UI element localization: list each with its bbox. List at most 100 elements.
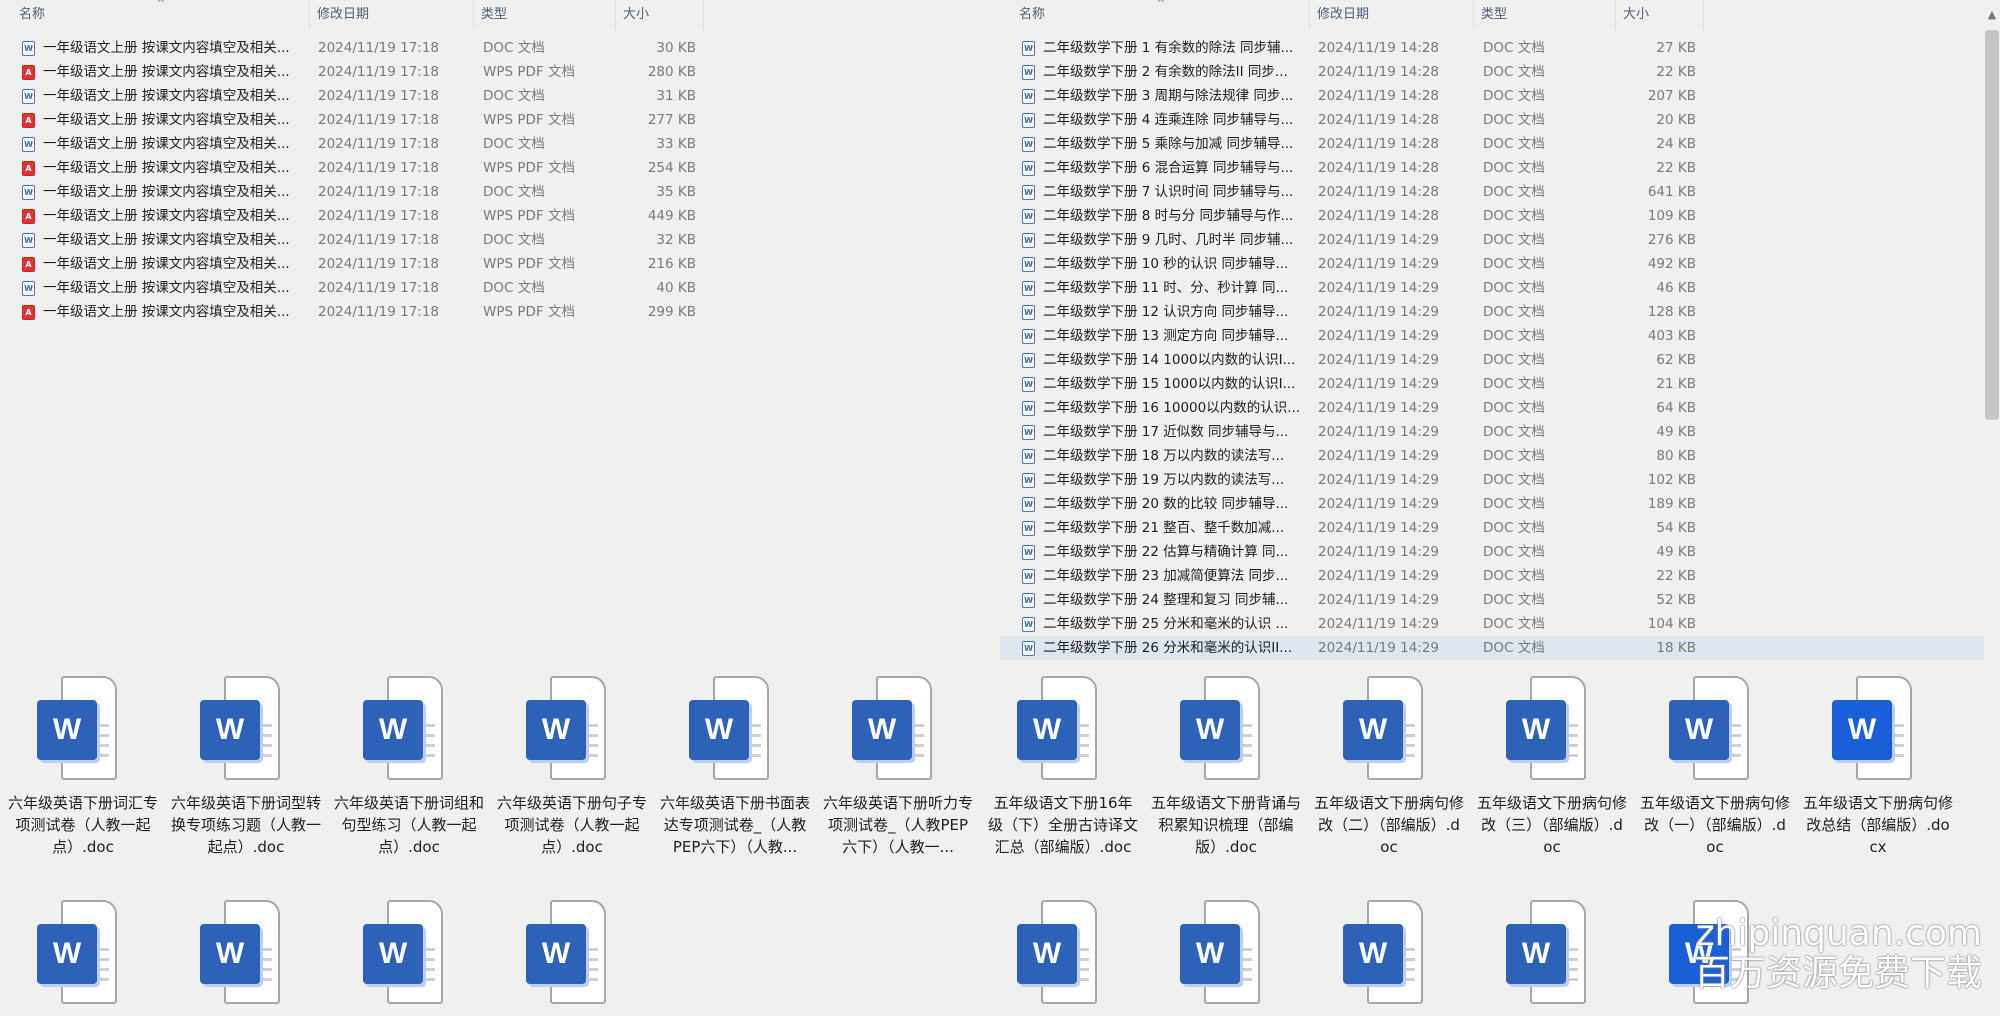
file-row[interactable]: W 二年级数学下册 8 时与分 同步辅导与作... 2024/11/19 14:28… [1000, 204, 2000, 228]
file-size: 64 KB [1656, 400, 1696, 416]
file-row[interactable]: A 一年级语文上册 按课文内容填空及相关... 2024/11/19 17:18 WP… [0, 156, 1000, 180]
scroll-thumb[interactable] [1985, 30, 1999, 420]
file-type: DOC 文档 [1483, 208, 1545, 224]
file-tile[interactable]: W 六年级英语下册句子专项测试卷（人教一起点）.doc [497, 674, 647, 858]
file-size: 299 KB [647, 304, 696, 320]
file-tile[interactable]: W 六年级英语下册词型转换专项练习题（人教一起点）.doc [171, 674, 321, 858]
file-row[interactable]: W 二年级数学下册 22 估算与精确计算 同... 2024/11/19 14:29… [1000, 540, 2000, 564]
file-name: 一年级语文上册 按课文内容填空及相关... [43, 304, 290, 320]
file-size: 109 KB [1647, 208, 1696, 224]
file-row[interactable]: A 一年级语文上册 按课文内容填空及相关... 2024/11/19 17:18 WP… [0, 252, 1000, 276]
file-row[interactable]: W 一年级语文上册 按课文内容填空及相关... 2024/11/19 17:18 DO… [0, 276, 1000, 300]
scroll-up-icon[interactable]: ▲ [1984, 8, 2000, 22]
pdf-icon: A [22, 113, 35, 128]
file-name: 一年级语文上册 按课文内容填空及相关... [43, 88, 290, 104]
file-row[interactable]: W 二年级数学下册 16 10000以内数的认识... 2024/11/19 14:… [1000, 396, 2000, 420]
file-type: DOC 文档 [1483, 112, 1545, 128]
file-row[interactable]: W 二年级数学下册 6 混合运算 同步辅导与... 2024/11/19 14:28… [1000, 156, 2000, 180]
file-row[interactable]: W 二年级数学下册 3 周期与除法规律 同步... 2024/11/19 14:28… [1000, 84, 2000, 108]
column-header-size[interactable]: 大小 [1618, 0, 1704, 30]
file-row[interactable]: W 二年级数学下册 12 认识方向 同步辅导... 2024/11/19 14:29… [1000, 300, 2000, 324]
file-tile[interactable]: W 五年级语文下册病句修改（一）（部编版）.doc [1640, 674, 1790, 858]
word-document-icon: W [1828, 674, 1928, 786]
file-date: 2024/11/19 14:29 [1318, 640, 1440, 656]
file-tile[interactable]: W 五年级语文下册病句修改总结（部编版）.docx [1803, 674, 1953, 858]
file-row[interactable]: W 二年级数学下册 14 1000以内数的认识I... 2024/11/19 14:… [1000, 348, 2000, 372]
file-row[interactable]: A 一年级语文上册 按课文内容填空及相关... 2024/11/19 17:18 WP… [0, 204, 1000, 228]
file-tile[interactable]: W [1151, 898, 1301, 1016]
file-date: 2024/11/19 17:18 [318, 304, 440, 320]
file-tile[interactable]: W 六年级英语下册词汇专项测试卷（人教一起点）.doc [8, 674, 158, 858]
file-row[interactable]: W 二年级数学下册 26 分米和毫米的认识II... 2024/11/19 14:2… [1000, 636, 2000, 660]
column-header-name[interactable]: 名称 [14, 0, 310, 30]
file-row[interactable]: W 二年级数学下册 2 有余数的除法II 同步... 2024/11/19 14:2… [1000, 60, 2000, 84]
file-tile[interactable]: W 六年级英语下册听力专项测试卷_（人教PEP六下）（人教一... [823, 674, 973, 858]
file-tile[interactable]: W [1477, 898, 1627, 1016]
file-row[interactable]: W 二年级数学下册 20 数的比较 同步辅导... 2024/11/19 14:29… [1000, 492, 2000, 516]
file-row[interactable]: A 一年级语文上册 按课文内容填空及相关... 2024/11/19 17:18 WP… [0, 300, 1000, 324]
file-name: 一年级语文上册 按课文内容填空及相关... [43, 160, 290, 176]
file-row[interactable]: W 二年级数学下册 5 乘除与加减 同步辅导... 2024/11/19 14:28… [1000, 132, 2000, 156]
file-row[interactable]: W 二年级数学下册 4 连乘连除 同步辅导与... 2024/11/19 14:28… [1000, 108, 2000, 132]
column-header-type[interactable]: 类型 [476, 0, 616, 30]
file-type: DOC 文档 [1483, 304, 1545, 320]
file-row[interactable]: W 一年级语文上册 按课文内容填空及相关... 2024/11/19 17:18 DO… [0, 84, 1000, 108]
file-tile[interactable]: W [1314, 898, 1464, 1016]
file-tile[interactable]: W [497, 898, 647, 1016]
file-row[interactable]: A 一年级语文上册 按课文内容填空及相关... 2024/11/19 17:18 WP… [0, 60, 1000, 84]
file-tile[interactable]: W 五年级语文下册病句修改（三）（部编版）.doc [1477, 674, 1627, 858]
watermark: zhipinquan.com 百万资源免费下载 [1694, 914, 1982, 994]
file-tile[interactable]: W 六年级英语下册书面表达专项测试卷_（人教PEP六下）（人教... [660, 674, 810, 858]
column-header-size[interactable]: 大小 [618, 0, 704, 30]
file-size: 27 KB [1656, 40, 1696, 56]
file-row[interactable]: W 二年级数学下册 7 认识时间 同步辅导与... 2024/11/19 14:28… [1000, 180, 2000, 204]
file-tile[interactable]: W [988, 898, 1138, 1016]
file-row[interactable]: W 二年级数学下册 17 近似数 同步辅导与... 2024/11/19 14:29… [1000, 420, 2000, 444]
file-row[interactable]: W 二年级数学下册 15 1000以内数的认识I... 2024/11/19 14:… [1000, 372, 2000, 396]
file-row[interactable]: W 二年级数学下册 11 时、分、秒计算 同... 2024/11/19 14:29… [1000, 276, 2000, 300]
column-header-name[interactable]: 名称 [1014, 0, 1310, 30]
word-document-icon: W [1176, 674, 1276, 786]
file-row[interactable]: W 二年级数学下册 18 万以内数的读法写... 2024/11/19 14:29 D… [1000, 444, 2000, 468]
word-document-icon: W [1502, 898, 1602, 1010]
file-size: 280 KB [647, 64, 696, 80]
file-row[interactable]: W 二年级数学下册 25 分米和毫米的认识 ... 2024/11/19 14:29… [1000, 612, 2000, 636]
column-header-date[interactable]: 修改日期 [1312, 0, 1474, 30]
file-size: 80 KB [1656, 448, 1696, 464]
file-row[interactable]: W 一年级语文上册 按课文内容填空及相关... 2024/11/19 17:18 DO… [0, 132, 1000, 156]
file-name: 二年级数学下册 25 分米和毫米的认识 ... [1043, 616, 1289, 632]
word-doc-icon: W [1022, 497, 1035, 512]
file-tile[interactable]: W 五年级语文下册病句修改（二）（部编版）.doc [1314, 674, 1464, 858]
file-tile[interactable]: W 五年级语文下册16年级（下）全册古诗译文汇总（部编版）.doc [988, 674, 1138, 858]
file-row[interactable]: W 二年级数学下册 23 加减简便算法 同步... 2024/11/19 14:29… [1000, 564, 2000, 588]
file-tile[interactable]: W [334, 898, 484, 1016]
file-row[interactable]: W 二年级数学下册 9 几时、几时半 同步辅... 2024/11/19 14:29… [1000, 228, 2000, 252]
file-type: DOC 文档 [1483, 88, 1545, 104]
file-tile[interactable]: W [171, 898, 321, 1016]
file-row[interactable]: W 二年级数学下册 24 整理和复习 同步辅... 2024/11/19 14:29… [1000, 588, 2000, 612]
file-date: 2024/11/19 14:29 [1318, 448, 1440, 464]
file-row[interactable]: W 一年级语文上册 按课文内容填空及相关... 2024/11/19 17:18 DO… [0, 36, 1000, 60]
file-row[interactable]: W 二年级数学下册 10 秒的认识 同步辅导... 2024/11/19 14:29… [1000, 252, 2000, 276]
word-doc-icon: W [1022, 353, 1035, 368]
file-row[interactable]: W 二年级数学下册 1 有余数的除法 同步辅... 2024/11/19 14:28… [1000, 36, 2000, 60]
file-tile[interactable]: W 五年级语文下册背诵与积累知识梳理（部编版）.doc [1151, 674, 1301, 858]
file-tile[interactable]: W 六年级英语下册词组和句型练习（人教一起点）.doc [334, 674, 484, 858]
file-date: 2024/11/19 14:28 [1318, 64, 1440, 80]
file-date: 2024/11/19 14:29 [1318, 376, 1440, 392]
file-row[interactable]: W 一年级语文上册 按课文内容填空及相关... 2024/11/19 17:18 DO… [0, 180, 1000, 204]
file-tile[interactable]: W [8, 898, 158, 1016]
file-row[interactable]: W 二年级数学下册 13 测定方向 同步辅导... 2024/11/19 14:29… [1000, 324, 2000, 348]
file-row[interactable]: A 一年级语文上册 按课文内容填空及相关... 2024/11/19 17:18 WP… [0, 108, 1000, 132]
file-size: 102 KB [1647, 472, 1696, 488]
file-name: 二年级数学下册 1 有余数的除法 同步辅... [1043, 40, 1294, 56]
file-row[interactable]: W 二年级数学下册 21 整百、整千数加减... 2024/11/19 14:29 D… [1000, 516, 2000, 540]
column-header-date[interactable]: 修改日期 [312, 0, 474, 30]
file-row[interactable]: W 二年级数学下册 19 万以内数的读法写... 2024/11/19 14:29 D… [1000, 468, 2000, 492]
file-type: DOC 文档 [1483, 160, 1545, 176]
file-type: DOC 文档 [483, 184, 545, 200]
column-header-type[interactable]: 类型 [1476, 0, 1616, 30]
file-date: 2024/11/19 14:28 [1318, 40, 1440, 56]
word-document-icon: W [685, 674, 785, 786]
file-row[interactable]: W 一年级语文上册 按课文内容填空及相关... 2024/11/19 17:18 DO… [0, 228, 1000, 252]
